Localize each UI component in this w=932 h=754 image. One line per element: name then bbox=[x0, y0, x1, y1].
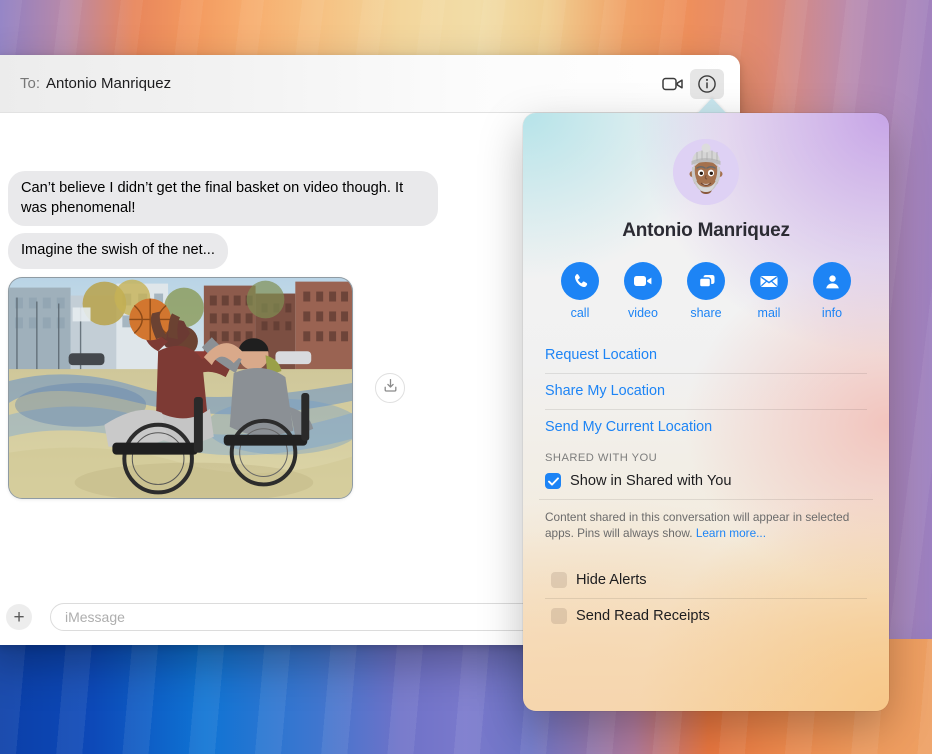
conversation-toolbar: To: Antonio Manriquez bbox=[0, 55, 740, 113]
message-input-placeholder: iMessage bbox=[65, 609, 125, 625]
hide-alerts-checkbox[interactable] bbox=[551, 572, 567, 589]
contact-name: Antonio Manriquez bbox=[622, 220, 790, 241]
action-video[interactable]: video bbox=[616, 262, 670, 320]
action-video-label: video bbox=[628, 306, 658, 320]
video-camera-icon bbox=[662, 76, 684, 92]
message-bubble-incoming[interactable]: Imagine the swish of the net... bbox=[8, 233, 228, 269]
info-circle-icon bbox=[697, 74, 717, 94]
recipient-name: Antonio Manriquez bbox=[46, 75, 172, 92]
send-current-location-link[interactable]: Send My Current Location bbox=[545, 410, 867, 445]
add-attachment-button[interactable]: + bbox=[6, 604, 32, 630]
shared-with-you-header: SHARED WITH YOU bbox=[545, 452, 658, 464]
contact-info-popover: Antonio Manriquez call video share mail … bbox=[523, 113, 889, 711]
info-button[interactable] bbox=[690, 68, 724, 99]
learn-more-link[interactable]: Learn more... bbox=[696, 526, 766, 540]
to-label: To: bbox=[20, 75, 41, 92]
share-my-location-link[interactable]: Share My Location bbox=[545, 374, 867, 410]
send-read-receipts-row[interactable]: Send Read Receipts bbox=[545, 599, 867, 634]
action-share-label: share bbox=[690, 306, 722, 320]
send-read-receipts-label: Send Read Receipts bbox=[576, 608, 710, 625]
shared-with-you-note: Content shared in this conversation will… bbox=[539, 500, 873, 541]
save-attachment-button[interactable] bbox=[375, 372, 405, 403]
action-info-label: info bbox=[821, 306, 843, 320]
show-in-shared-checkbox[interactable] bbox=[545, 473, 561, 489]
request-location-link[interactable]: Request Location bbox=[545, 338, 867, 374]
location-links: Request Location Share My Location Send … bbox=[539, 338, 873, 445]
action-call[interactable]: call bbox=[553, 262, 607, 320]
popover-arrow bbox=[697, 98, 727, 114]
save-download-icon bbox=[383, 378, 398, 398]
plus-icon: + bbox=[13, 606, 25, 628]
quick-actions: call video share mail info bbox=[539, 262, 873, 320]
share-windows-icon bbox=[687, 262, 725, 300]
hide-alerts-label: Hide Alerts bbox=[576, 572, 647, 589]
show-in-shared-with-you-row[interactable]: Show in Shared with You bbox=[539, 464, 873, 500]
hide-alerts-row[interactable]: Hide Alerts bbox=[545, 563, 867, 600]
action-mail-label: mail bbox=[757, 306, 781, 320]
message-bubble-incoming[interactable]: Can’t believe I didn’t get the final bas… bbox=[8, 171, 438, 227]
memoji-avatar[interactable] bbox=[673, 139, 739, 205]
show-in-shared-label: Show in Shared with You bbox=[570, 473, 732, 489]
send-read-receipts-checkbox[interactable] bbox=[551, 608, 567, 625]
action-mail[interactable]: mail bbox=[742, 262, 796, 320]
person-circle-icon bbox=[813, 262, 851, 300]
action-info[interactable]: info bbox=[805, 262, 859, 320]
action-share[interactable]: share bbox=[679, 262, 733, 320]
photo-attachment[interactable] bbox=[8, 276, 353, 499]
facetime-button[interactable] bbox=[656, 69, 690, 99]
conversation-toggles: Hide Alerts Send Read Receipts bbox=[539, 563, 873, 634]
video-camera-icon bbox=[624, 262, 662, 300]
desktop-wallpaper: To: Antonio Manriquez Can’t believe I di… bbox=[0, 0, 932, 754]
envelope-icon bbox=[750, 262, 788, 300]
action-call-label: call bbox=[570, 306, 590, 320]
phone-icon bbox=[561, 262, 599, 300]
